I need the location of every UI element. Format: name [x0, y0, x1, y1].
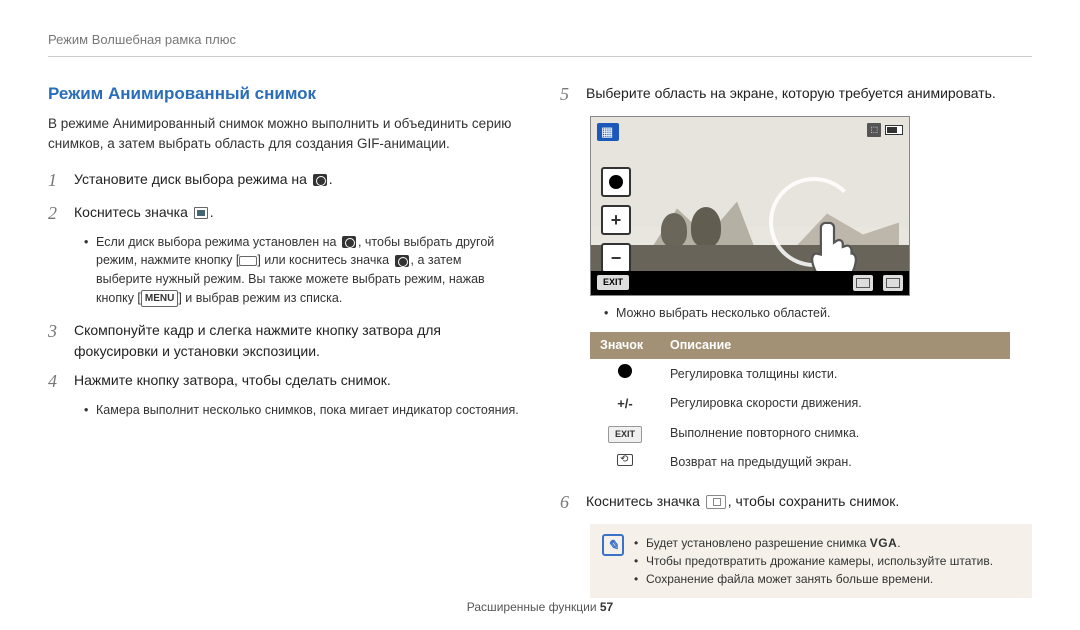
mode-icon [194, 207, 208, 219]
brush-dot-icon [618, 364, 632, 378]
exit-icon: EXIT [608, 426, 642, 444]
status-chip-icon: ⬚ [867, 123, 881, 137]
section-title: Режим Анимированный снимок [48, 81, 520, 107]
step-2-note: Если диск выбора режима установлен на , … [84, 233, 520, 308]
camera-screenshot: ⬚ + − EXIT [590, 116, 910, 296]
step-5: 5 Выберите область на экране, которую тр… [560, 81, 1032, 108]
table-row: Регулировка толщины кисти. [590, 359, 1010, 389]
step-number: 1 [48, 167, 64, 194]
table-header-icon: Значок [590, 332, 660, 359]
icon-legend-table: Значок Описание Регулировка толщины кист… [590, 332, 1010, 477]
step-1: 1 Установите диск выбора режима на . [48, 167, 520, 194]
mode-icon [395, 255, 409, 267]
page-footer: Расширенные функции 57 [0, 598, 1080, 616]
back-icon [617, 454, 633, 466]
step-number: 3 [48, 318, 64, 362]
left-column: Режим Анимированный снимок В режиме Аним… [48, 81, 520, 598]
nav-button-icon [239, 256, 257, 266]
plus-minus-icon: +/- [617, 394, 633, 414]
page-header: Режим Волшебная рамка плюс [48, 30, 1032, 57]
step-1-text: Установите диск выбора режима на . [74, 167, 520, 194]
vga-label: VGA [870, 536, 898, 550]
right-column: 5 Выберите область на экране, которую тр… [560, 81, 1032, 598]
step-5-notes: Можно выбрать несколько областей. [604, 304, 1032, 323]
step-4: 4 Нажмите кнопку затвора, чтобы сделать … [48, 368, 520, 395]
save-icon [706, 495, 726, 509]
speed-desc: Регулировка скорости движения. [660, 389, 1010, 419]
frame-mode-icon [597, 123, 619, 141]
table-header-desc: Описание [660, 332, 1010, 359]
step-3: 3 Скомпонуйте кадр и слегка нажмите кноп… [48, 318, 520, 362]
step-number: 2 [48, 200, 64, 227]
step-4-notes: Камера выполнит несколько снимков, пока … [84, 401, 520, 420]
step-4-text: Нажмите кнопку затвора, чтобы сделать сн… [74, 368, 520, 395]
step-5-note: Можно выбрать несколько областей. [604, 304, 1032, 323]
save-button[interactable] [883, 275, 903, 291]
back-desc: Возврат на предыдущий экран. [660, 448, 1010, 477]
mode-dial-icon [313, 174, 327, 186]
step-2: 2 Коснитесь значка . [48, 200, 520, 227]
table-row: +/- Регулировка скорости движения. [590, 389, 1010, 419]
table-row: Возврат на предыдущий экран. [590, 448, 1010, 477]
step-number: 5 [560, 81, 576, 108]
step-number: 6 [560, 489, 576, 516]
battery-icon [885, 125, 903, 135]
step-2-notes: Если диск выбора режима установлен на , … [84, 233, 520, 308]
menu-button-icon: MENU [141, 290, 178, 307]
step-6: 6 Коснитесь значка , чтобы сохранить сни… [560, 489, 1032, 516]
note-icon: ✎ [602, 534, 624, 556]
step-5-text: Выберите область на экране, которую треб… [586, 81, 1032, 108]
table-row: EXIT Выполнение повторного снимка. [590, 419, 1010, 449]
minus-button[interactable]: − [601, 243, 631, 273]
page-number: 57 [600, 600, 613, 614]
brush-desc: Регулировка толщины кисти. [660, 359, 1010, 389]
retake-desc: Выполнение повторного снимка. [660, 419, 1010, 449]
note-item: Сохранение файла может занять больше вре… [634, 570, 993, 588]
step-number: 4 [48, 368, 64, 395]
exit-button[interactable]: EXIT [597, 275, 629, 291]
brush-dot-button[interactable] [601, 167, 631, 197]
plus-button[interactable]: + [601, 205, 631, 235]
step-6-text: Коснитесь значка , чтобы сохранить снимо… [586, 489, 1032, 516]
intro-text: В режиме Анимированный снимок можно выпо… [48, 114, 520, 155]
note-box: ✎ Будет установлено разрешение снимка VG… [590, 524, 1032, 598]
step-3-text: Скомпонуйте кадр и слегка нажмите кнопку… [74, 318, 520, 362]
mode-dial-icon [342, 236, 356, 248]
note-item: Чтобы предотвратить дрожание камеры, исп… [634, 552, 993, 570]
back-button[interactable] [853, 275, 873, 291]
step-2-text: Коснитесь значка . [74, 200, 520, 227]
step-4-note: Камера выполнит несколько снимков, пока … [84, 401, 520, 420]
note-item: Будет установлено разрешение снимка VGA. [634, 534, 993, 552]
